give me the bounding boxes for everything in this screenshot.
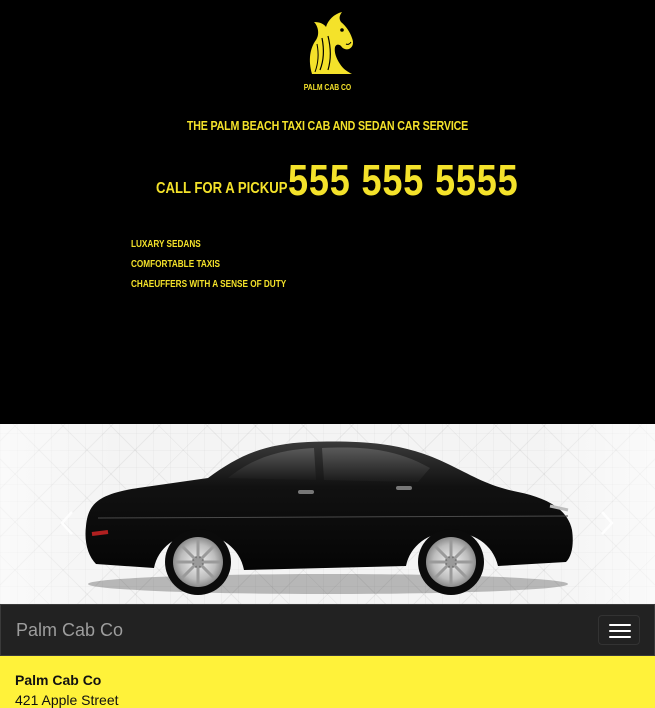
business-address: 421 Apple Street bbox=[15, 692, 119, 708]
brand-small-text: PALM CAB CO bbox=[303, 83, 352, 92]
features-list: LUXARY SEDANS COMFORTABLE TAXIS CHAEUFFE… bbox=[131, 238, 320, 298]
navbar: Palm Cab Co bbox=[0, 604, 655, 656]
hero-header: PALM CAB CO THE PALM BEACH TAXI CAB AND … bbox=[0, 0, 655, 424]
chevron-right-icon[interactable] bbox=[596, 508, 618, 538]
chevron-left-icon[interactable] bbox=[56, 508, 78, 538]
phone-number[interactable]: 555 555 5555 bbox=[288, 156, 519, 206]
feature-item: CHAEUFFERS WITH A SENSE OF DUTY bbox=[131, 279, 287, 290]
contact-info-bar: Palm Cab Co 421 Apple Street bbox=[0, 656, 655, 708]
black-sedan-image bbox=[85, 441, 573, 595]
navbar-brand-link[interactable]: Palm Cab Co bbox=[16, 620, 123, 641]
image-carousel bbox=[0, 424, 655, 604]
business-name: Palm Cab Co bbox=[15, 672, 102, 688]
call-for-pickup-label: CALL FOR A PICKUP bbox=[156, 180, 288, 197]
feature-item: LUXARY SEDANS bbox=[131, 239, 201, 250]
horse-head-icon bbox=[309, 12, 353, 74]
feature-item: COMFORTABLE TAXIS bbox=[131, 259, 220, 270]
tagline: THE PALM BEACH TAXI CAB AND SEDAN CAR SE… bbox=[186, 118, 469, 133]
hamburger-menu-icon[interactable] bbox=[598, 615, 640, 645]
